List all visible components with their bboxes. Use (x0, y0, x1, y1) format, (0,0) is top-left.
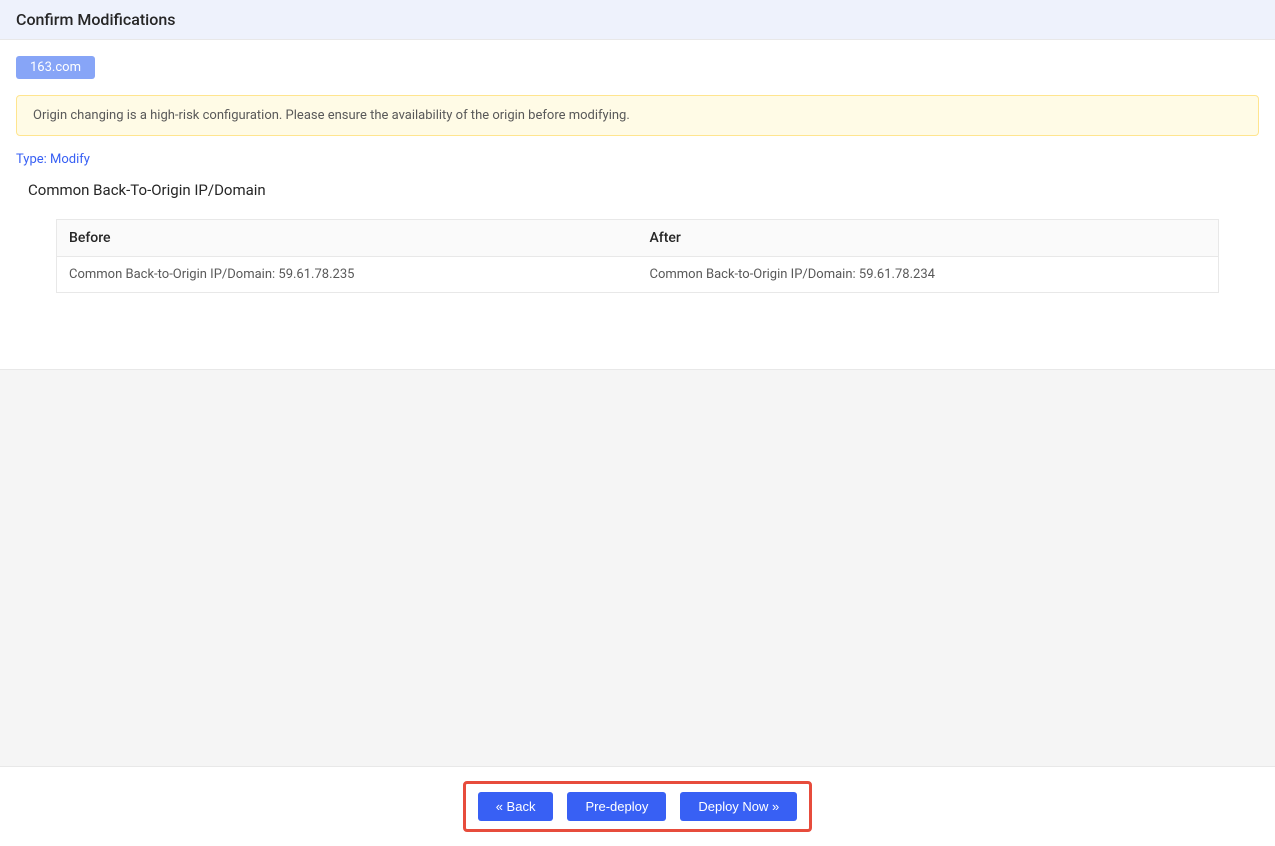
page-title: Confirm Modifications (16, 10, 1259, 29)
predeploy-button[interactable]: Pre-deploy (567, 792, 666, 821)
cell-before: Common Back-to-Origin IP/Domain: 59.61.7… (57, 257, 638, 293)
panel-header: Confirm Modifications (0, 0, 1275, 40)
footer-toolbar: « Back Pre-deploy Deploy Now » (0, 766, 1275, 846)
column-header-after: After (638, 220, 1219, 257)
table-header-row: Before After (57, 220, 1219, 257)
panel-content: 163.com Origin changing is a high-risk c… (0, 40, 1275, 369)
deploy-now-button[interactable]: Deploy Now » (680, 792, 797, 821)
domain-tab-label: 163.com (30, 60, 81, 75)
table-row: Common Back-to-Origin IP/Domain: 59.61.7… (57, 257, 1219, 293)
column-header-before: Before (57, 220, 638, 257)
warning-text: Origin changing is a high-risk configura… (33, 108, 630, 123)
modification-type: Type: Modify (16, 152, 1259, 167)
deploy-now-button-label: Deploy Now » (698, 799, 779, 814)
warning-alert: Origin changing is a high-risk configura… (16, 95, 1259, 136)
action-button-group: « Back Pre-deploy Deploy Now » (463, 781, 813, 832)
section-title: Common Back-To-Origin IP/Domain (16, 181, 1259, 199)
cell-after: Common Back-to-Origin IP/Domain: 59.61.7… (638, 257, 1219, 293)
back-button-label: « Back (496, 799, 536, 814)
back-button[interactable]: « Back (478, 792, 554, 821)
domain-tab[interactable]: 163.com (16, 56, 95, 79)
predeploy-button-label: Pre-deploy (585, 799, 648, 814)
comparison-table: Before After Common Back-to-Origin IP/Do… (56, 219, 1219, 293)
main-panel: Confirm Modifications 163.com Origin cha… (0, 0, 1275, 370)
